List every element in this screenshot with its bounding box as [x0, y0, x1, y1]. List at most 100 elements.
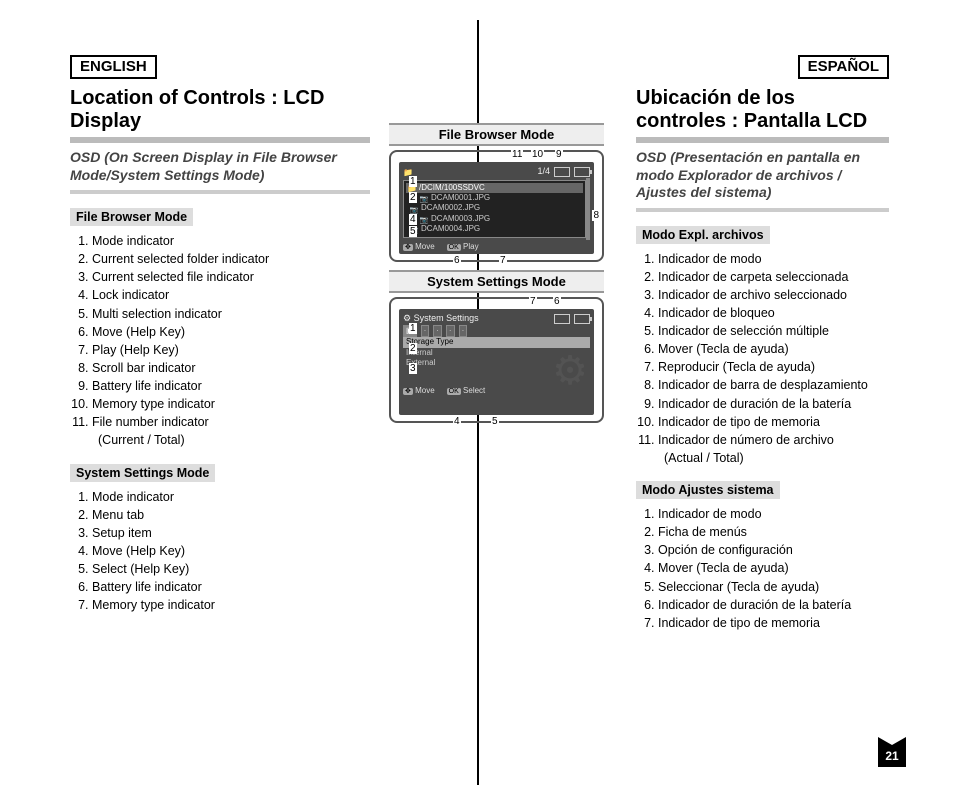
callout: 6 — [453, 255, 461, 266]
help-move: Move — [415, 386, 435, 395]
subtitle-english: OSD (On Screen Display in File Browser M… — [70, 149, 370, 184]
help-select: Select — [463, 386, 485, 395]
figure-system-settings: ⚙ ⚙ System Settings ▣···· Storage Type I… — [389, 297, 604, 423]
title-english: Location of Controls : LCD Display — [70, 87, 370, 133]
callout: 6 — [553, 296, 561, 307]
page-number: 21 — [878, 745, 906, 767]
list-item: Scroll bar indicator — [92, 359, 370, 377]
folder-path: /DCIM/100SSDVC — [419, 183, 485, 193]
list-item: Indicador de selección múltiple — [658, 322, 889, 340]
list-item: Lock indicator — [92, 286, 370, 304]
callout: 4 — [453, 416, 461, 427]
battery-icon — [574, 314, 590, 324]
battery-icon — [574, 167, 590, 177]
ok-key: OK — [447, 388, 461, 395]
list-item: Indicador de duración de la batería — [658, 395, 889, 413]
list-item: Current selected file indicator — [92, 268, 370, 286]
list-item: Setup item — [92, 524, 370, 542]
figure-system-settings-title: System Settings Mode — [389, 270, 604, 293]
divider — [636, 137, 889, 143]
section-system-settings-es: Modo Ajustes sistema — [636, 481, 780, 499]
list-item: Indicador de barra de desplazamiento — [658, 376, 889, 394]
camera-icon — [409, 205, 419, 213]
list-item: Indicador de número de archivo (Actual /… — [658, 431, 889, 467]
section-system-settings-en: System Settings Mode — [70, 464, 215, 482]
callout: 9 — [555, 149, 563, 160]
divider — [636, 208, 889, 212]
list-item: Multi selection indicator — [92, 305, 370, 323]
list-item-sub: (Actual / Total) — [664, 451, 744, 465]
help-move: Move — [415, 242, 435, 251]
title-spanish: Ubicación de los controles : Pantalla LC… — [636, 87, 889, 133]
callout: 7 — [499, 255, 507, 266]
list-item: Current selected folder indicator — [92, 250, 370, 268]
list-item: Mode indicator — [92, 232, 370, 250]
lcd-screen: 1/4 /DCIM/100SSDVC DCAM0001.JPG DCAM0002… — [399, 162, 594, 254]
list-item-label: File number indicator — [92, 415, 209, 429]
tab-icon: ▣ — [403, 325, 417, 337]
camera-icon — [419, 194, 429, 202]
memory-icon — [554, 167, 570, 177]
file-browser-list-en: Mode indicator Current selected folder i… — [70, 232, 370, 450]
list-item: Mover (Tecla de ayuda) — [658, 559, 889, 577]
columns: ENGLISH Location of Controls : LCD Displ… — [55, 55, 904, 755]
file-name: DCAM0002.JPG — [421, 203, 480, 213]
file-browser-list-es: Indicador de modo Indicador de carpeta s… — [636, 250, 889, 468]
list-item: Menu tab — [92, 506, 370, 524]
list-item: Select (Help Key) — [92, 560, 370, 578]
list-item: Move (Help Key) — [92, 542, 370, 560]
list-item: Ficha de menús — [658, 523, 889, 541]
left-column: ENGLISH Location of Controls : LCD Displ… — [55, 55, 385, 755]
figure-file-browser: 1/4 /DCIM/100SSDVC DCAM0001.JPG DCAM0002… — [389, 150, 604, 262]
file-counter: 1/4 — [537, 166, 550, 178]
divider — [70, 190, 370, 194]
list-item: Indicador de carpeta seleccionada — [658, 268, 889, 286]
list-item: Mode indicator — [92, 488, 370, 506]
memory-icon — [554, 314, 570, 324]
camera-icon — [419, 215, 429, 223]
scrollbar — [586, 178, 590, 240]
tab-icon: · — [421, 325, 430, 337]
file-list: /DCIM/100SSDVC DCAM0001.JPG DCAM0002.JPG… — [403, 180, 586, 238]
list-item: Reproducir (Tecla de ayuda) — [658, 358, 889, 376]
help-play: Play — [463, 242, 479, 251]
list-item: Indicador de tipo de memoria — [658, 614, 889, 632]
list-item: Battery life indicator — [92, 578, 370, 596]
list-item: Indicador de modo — [658, 250, 889, 268]
list-item: Seleccionar (Tecla de ayuda) — [658, 578, 889, 596]
folder-icon — [403, 168, 413, 176]
section-file-browser-es: Modo Expl. archivos — [636, 226, 770, 244]
lock-icon — [407, 194, 417, 202]
list-item: Indicador de archivo seleccionado — [658, 286, 889, 304]
system-settings-list-en: Mode indicator Menu tab Setup item Move … — [70, 488, 370, 615]
manual-page: ENGLISH Location of Controls : LCD Displ… — [0, 0, 954, 785]
list-item: Opción de configuración — [658, 541, 889, 559]
file-name: DCAM0004.JPG — [421, 224, 480, 234]
list-item: Indicador de bloqueo — [658, 304, 889, 322]
section-file-browser-en: File Browser Mode — [70, 208, 193, 226]
list-item-label: Indicador de número de archivo — [658, 433, 834, 447]
tab-icon: · — [446, 325, 455, 337]
figure-file-browser-title: File Browser Mode — [389, 123, 604, 146]
gear-icon: ⚙ — [552, 345, 588, 397]
list-item: Memory type indicator — [92, 395, 370, 413]
tab-icon: · — [459, 325, 468, 337]
list-item: File number indicator (Current / Total) — [92, 413, 370, 449]
callout: 10 — [531, 149, 544, 160]
settings-title: ⚙ System Settings — [403, 313, 479, 325]
list-item: Battery life indicator — [92, 377, 370, 395]
list-item-sub: (Current / Total) — [98, 433, 185, 447]
camera-icon — [409, 225, 419, 233]
list-item: Indicador de tipo de memoria — [658, 413, 889, 431]
list-item: Move (Help Key) — [92, 323, 370, 341]
list-item: Indicador de modo — [658, 505, 889, 523]
ok-key: OK — [447, 244, 461, 251]
language-spanish: ESPAÑOL — [798, 55, 889, 79]
divider — [70, 137, 370, 143]
callout: 5 — [491, 416, 499, 427]
callout: 7 — [529, 296, 537, 307]
dpad-icon: ✥ — [403, 388, 413, 395]
subtitle-spanish: OSD (Presentación en pantalla en modo Ex… — [636, 149, 889, 202]
system-settings-list-es: Indicador de modo Ficha de menús Opción … — [636, 505, 889, 632]
lcd-screen: ⚙ ⚙ System Settings ▣···· Storage Type I… — [399, 309, 594, 415]
